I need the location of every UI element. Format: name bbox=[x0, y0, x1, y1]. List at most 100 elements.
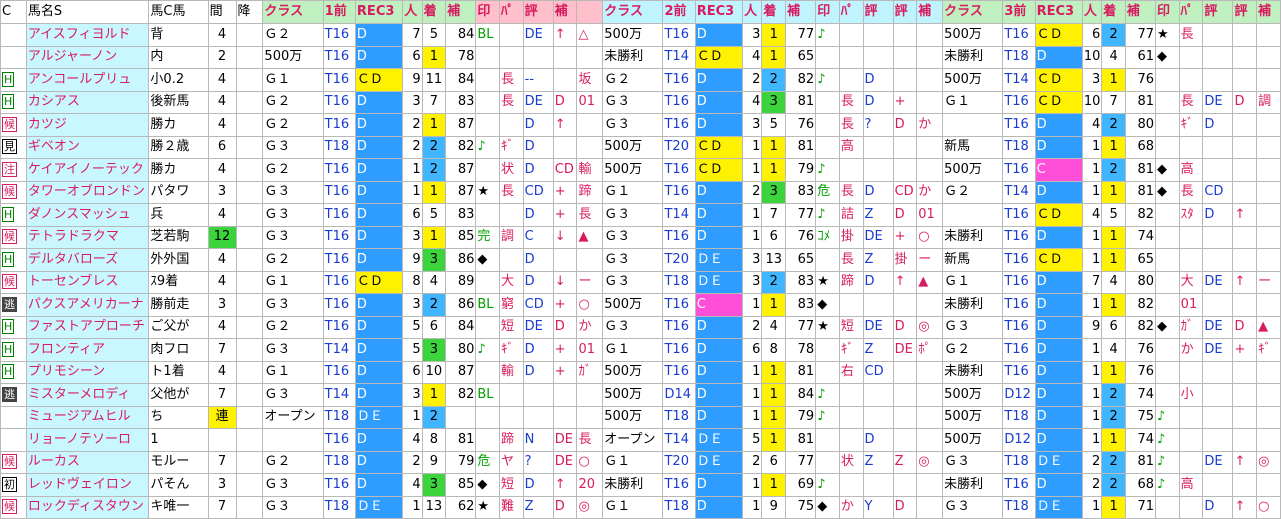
class-2[interactable]: Ｇ１ bbox=[602, 495, 664, 519]
rec-2[interactable]: ＤＥ bbox=[694, 248, 744, 272]
origin[interactable]: ｽ9着 bbox=[148, 270, 209, 294]
pop-1[interactable]: 1 bbox=[402, 495, 423, 519]
rec-1[interactable]: ＣＤ bbox=[354, 68, 404, 92]
table-row[interactable]: H プリモシーン ト1着 4 Ｇ１ T16 D 6 10 87 輸 D + ｶﾞ 500万 T16 D 1 1 81 右… bbox=[0, 360, 1281, 384]
interval[interactable]: 4 bbox=[207, 203, 237, 227]
origin[interactable]: 後新馬 bbox=[148, 90, 209, 114]
horse-name[interactable]: カシアス bbox=[25, 90, 150, 114]
trend-1[interactable]: 窮 bbox=[499, 293, 524, 317]
rank-3[interactable]: 7 bbox=[1101, 90, 1126, 114]
horse-name[interactable]: カツジ bbox=[25, 113, 150, 137]
course-2[interactable]: T16 bbox=[662, 338, 696, 362]
eval2-2[interactable]: CD bbox=[892, 180, 918, 204]
rank-2[interactable]: 8 bbox=[761, 338, 787, 362]
eval-3[interactable] bbox=[1202, 360, 1234, 384]
interval[interactable]: 12 bbox=[207, 225, 237, 249]
rank-2[interactable]: 2 bbox=[761, 68, 787, 92]
pop-1[interactable]: 3 bbox=[402, 225, 423, 249]
adj-3[interactable]: 81 bbox=[1124, 450, 1157, 474]
header-tr3[interactable]: ﾊﾟ bbox=[1178, 0, 1204, 24]
mark-1[interactable]: 危 bbox=[475, 450, 501, 474]
origin[interactable]: パそん bbox=[148, 473, 209, 497]
eval2-3[interactable] bbox=[1232, 473, 1258, 497]
eval2-3[interactable] bbox=[1232, 135, 1258, 159]
origin[interactable]: 父他が bbox=[148, 383, 209, 407]
header-rec3[interactable]: REC3 bbox=[1034, 0, 1083, 24]
rec-2[interactable]: D bbox=[694, 68, 744, 92]
course-1[interactable]: T18 bbox=[322, 135, 356, 159]
header-rank3[interactable]: 着 bbox=[1101, 0, 1126, 24]
trend-1[interactable] bbox=[499, 383, 524, 407]
trend-1[interactable]: 長 bbox=[499, 90, 524, 114]
header-class3[interactable]: クラス bbox=[942, 0, 1004, 24]
adj-1[interactable]: 85 bbox=[445, 225, 477, 249]
table-row[interactable]: H フロンティア 肉フロ 7 Ｇ３ T14 D 5 3 80 ♪ ｷﾞ D +01 Ｇ１ T16 D 6 8 78 ｷﾞ… bbox=[0, 338, 1281, 362]
eval2-3[interactable]: ↑ bbox=[1232, 270, 1258, 294]
course-3[interactable]: T16 bbox=[1002, 248, 1036, 272]
pop-1[interactable]: 2 bbox=[402, 113, 423, 137]
adj-2[interactable]: 65 bbox=[785, 248, 817, 272]
class-3[interactable] bbox=[942, 203, 1004, 227]
mark-2[interactable]: ♪ bbox=[815, 405, 840, 429]
table-row[interactable]: H ダノンスマッシュ兵 4 Ｇ３ T16 D 6 5 83 D + 長 Ｇ３ T14 D 1 7 77 ♪ 詰 Z D 01… bbox=[0, 203, 1281, 227]
pop-3[interactable]: 1 bbox=[1081, 338, 1103, 362]
table-row[interactable]: 逃ミスターメロディ 父他が 7 Ｇ３ T14 D 3 1 82 BL 500万 D14 D 1 1 84 ♪ 50… bbox=[0, 383, 1281, 407]
eval2-3[interactable] bbox=[1232, 360, 1258, 384]
eval2-1[interactable]: ↓ bbox=[552, 225, 578, 249]
course-2[interactable]: T14 bbox=[662, 45, 696, 69]
adj-1[interactable]: 78 bbox=[445, 45, 477, 69]
trend-2[interactable] bbox=[838, 383, 864, 407]
trend-3[interactable] bbox=[1178, 428, 1204, 452]
interval[interactable]: 7 bbox=[207, 383, 237, 407]
rec-3[interactable]: D bbox=[1034, 338, 1083, 362]
eval-1[interactable]: D bbox=[522, 248, 554, 272]
adj-2[interactable]: 75 bbox=[785, 495, 817, 519]
header-interval[interactable]: 間 bbox=[207, 0, 237, 24]
adj-2[interactable]: 77 bbox=[785, 203, 817, 227]
eval-1[interactable]: D bbox=[522, 203, 554, 227]
pop-3[interactable]: 1 bbox=[1081, 225, 1103, 249]
table-row[interactable]: 逃パクスアメリカーナ 勝前走 3 Ｇ３ T16 D 3 2 86 BL 窮 CD + ○ 500万 T16 C 1… bbox=[0, 293, 1281, 317]
mark-2[interactable] bbox=[815, 338, 840, 362]
rec-1[interactable]: D bbox=[354, 158, 404, 182]
pop-2[interactable]: 3 bbox=[742, 23, 763, 47]
class-1[interactable]: Ｇ２ bbox=[262, 113, 324, 137]
course-1[interactable]: T16 bbox=[322, 270, 356, 294]
origin[interactable]: 外外国 bbox=[148, 248, 209, 272]
fix-1[interactable]: 01 bbox=[576, 90, 604, 114]
horse-name[interactable]: パクスアメリカーナ bbox=[25, 293, 150, 317]
eval-1[interactable]: C bbox=[522, 225, 554, 249]
trend-3[interactable]: 01 bbox=[1178, 293, 1204, 317]
trend-2[interactable]: 長 bbox=[838, 180, 864, 204]
eval-2[interactable] bbox=[862, 45, 894, 69]
course-1[interactable]: T16 bbox=[322, 90, 356, 114]
fix-2[interactable] bbox=[916, 383, 944, 407]
mark-2[interactable]: ◆ bbox=[815, 293, 840, 317]
eval-1[interactable]: CD bbox=[522, 293, 554, 317]
adj-3[interactable]: 65 bbox=[1124, 248, 1157, 272]
interval[interactable]: 4 bbox=[207, 270, 237, 294]
rec-2[interactable]: D bbox=[694, 113, 744, 137]
pop-1[interactable]: 7 bbox=[402, 23, 423, 47]
eval2-1[interactable] bbox=[552, 248, 578, 272]
eval2-2[interactable] bbox=[892, 68, 918, 92]
horse-name[interactable]: ミスターメロディ bbox=[25, 383, 150, 407]
class-3[interactable]: Ｇ２ bbox=[942, 338, 1004, 362]
pop-2[interactable]: 1 bbox=[742, 405, 763, 429]
header-p2[interactable]: 2前 bbox=[662, 0, 696, 24]
eval2-3[interactable] bbox=[1232, 45, 1258, 69]
adj-3[interactable]: 68 bbox=[1124, 135, 1157, 159]
adj-1[interactable]: 83 bbox=[445, 90, 477, 114]
pop-1[interactable]: 1 bbox=[402, 180, 423, 204]
mark-3[interactable] bbox=[1155, 68, 1180, 92]
fix-2[interactable]: ◎ bbox=[916, 315, 944, 339]
fix-2[interactable]: 01 bbox=[916, 203, 944, 227]
trend-3[interactable]: 高 bbox=[1178, 473, 1204, 497]
eval-1[interactable]: Z bbox=[522, 495, 554, 519]
class-2[interactable]: Ｇ１ bbox=[602, 338, 664, 362]
class-2[interactable]: 500万 bbox=[602, 383, 664, 407]
pop-3[interactable]: 1 bbox=[1081, 180, 1103, 204]
course-1[interactable]: T16 bbox=[322, 248, 356, 272]
eval-3[interactable]: DE bbox=[1202, 338, 1234, 362]
course-1[interactable]: T16 bbox=[322, 315, 356, 339]
